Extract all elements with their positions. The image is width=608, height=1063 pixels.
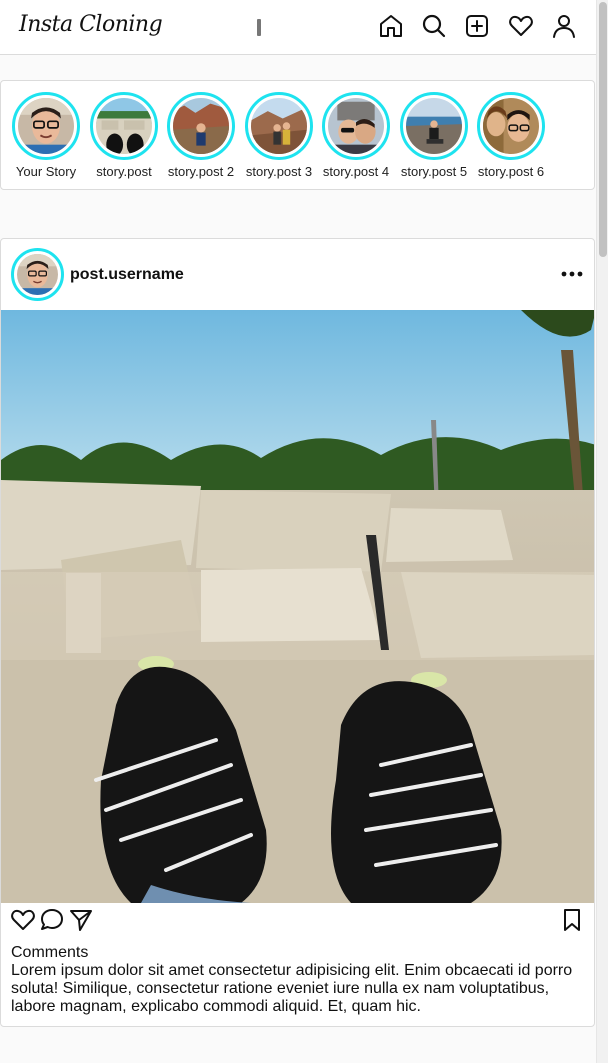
- story-item[interactable]: story.post 2: [163, 92, 239, 179]
- top-navbar: Insta Cloning: [0, 0, 596, 55]
- home-icon[interactable]: [378, 13, 404, 39]
- story-label: story.post 4: [322, 164, 390, 179]
- profile-icon[interactable]: [551, 13, 577, 39]
- post-username[interactable]: post.username: [70, 266, 184, 284]
- stories-bar: Your Story story.post story.post 2 story…: [0, 80, 595, 190]
- comment-icon[interactable]: [39, 907, 65, 933]
- story-ring[interactable]: [90, 92, 158, 160]
- post-image[interactable]: [1, 310, 594, 903]
- story-avatar: [18, 98, 74, 154]
- bookmark-icon[interactable]: [559, 907, 585, 933]
- story-item[interactable]: story.post 6: [473, 92, 549, 179]
- comments-heading: Comments: [11, 944, 89, 961]
- page-scrollbar[interactable]: [596, 0, 608, 1063]
- story-ring[interactable]: [322, 92, 390, 160]
- story-label: story.post 5: [400, 164, 468, 179]
- story-label: story.post: [96, 164, 152, 179]
- story-ring[interactable]: [167, 92, 235, 160]
- add-post-icon[interactable]: [464, 13, 490, 39]
- app-logo[interactable]: Insta Cloning: [19, 12, 163, 37]
- search-cursor-mark: [257, 19, 261, 36]
- heart-icon[interactable]: [508, 13, 534, 39]
- story-label: Your Story: [15, 164, 77, 179]
- post-card: post.username Comments Lorem ipsum dolor…: [0, 238, 595, 1027]
- story-item[interactable]: story.post 4: [318, 92, 394, 179]
- post-header: post.username: [1, 239, 594, 311]
- story-label: story.post 2: [167, 164, 235, 179]
- story-item[interactable]: story.post 3: [241, 92, 317, 179]
- story-thumbnail: [406, 98, 462, 154]
- like-icon[interactable]: [10, 907, 36, 933]
- story-ring[interactable]: [400, 92, 468, 160]
- story-thumbnail: [328, 98, 384, 154]
- more-options-icon[interactable]: [559, 266, 585, 282]
- story-label: story.post 6: [477, 164, 545, 179]
- story-thumbnail: [251, 98, 307, 154]
- story-ring[interactable]: [477, 92, 545, 160]
- comment-text: Lorem ipsum dolor sit amet consectetur a…: [11, 962, 573, 1015]
- story-thumbnail: [173, 98, 229, 154]
- story-ring[interactable]: [12, 92, 80, 160]
- story-thumbnail: [96, 98, 152, 154]
- post-avatar[interactable]: [11, 248, 64, 301]
- story-thumbnail: [483, 98, 539, 154]
- story-ring[interactable]: [245, 92, 313, 160]
- story-item[interactable]: story.post: [86, 92, 162, 179]
- scrollbar-thumb[interactable]: [599, 2, 607, 257]
- search-icon[interactable]: [421, 13, 447, 39]
- share-icon[interactable]: [68, 907, 94, 933]
- story-item[interactable]: story.post 5: [396, 92, 472, 179]
- story-label: story.post 3: [245, 164, 313, 179]
- story-item[interactable]: Your Story: [8, 92, 84, 179]
